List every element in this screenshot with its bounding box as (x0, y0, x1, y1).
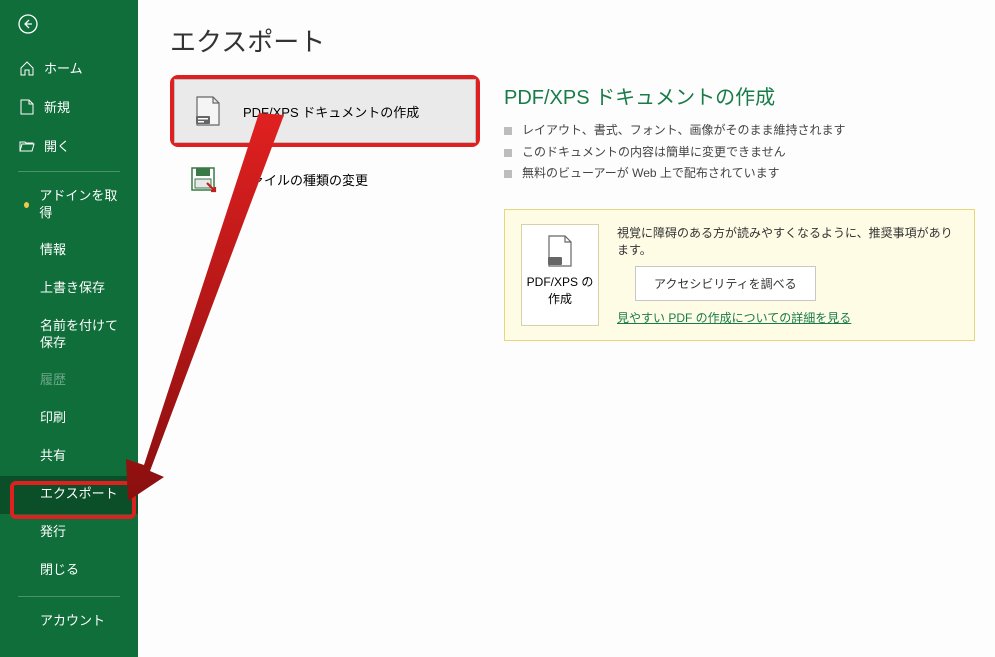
nav-share-label: 共有 (40, 448, 66, 465)
detail-bullets: レイアウト、書式、フォント、画像がそのまま維持されます このドキュメントの内容は… (504, 120, 975, 185)
nav-publish-label: 発行 (40, 524, 66, 541)
nav-history-label: 履歴 (40, 372, 66, 389)
back-arrow-icon (18, 14, 38, 34)
nav-history: 履歴 (0, 362, 138, 400)
nav-close-label: 閉じる (40, 562, 79, 579)
nav-new[interactable]: 新規 (0, 87, 138, 126)
accessibility-tip-panel: PDF/XPS の作成 視覚に障碍のある方が読みやすくなるように、推奨事項があり… (504, 209, 975, 341)
nav-account[interactable]: アカウント (0, 603, 138, 641)
nav-get-addins[interactable]: アドインを取得 (0, 178, 138, 232)
main-content: エクスポート PDF/XPS ドキュメントの作成 (138, 0, 995, 657)
option-pdf-xps-label: PDF/XPS ドキュメントの作成 (243, 102, 419, 121)
bullet-item: レイアウト、書式、フォント、画像がそのまま維持されます (504, 120, 975, 142)
export-options: PDF/XPS ドキュメントの作成 ファイルの種類の変更 (170, 75, 480, 341)
bullet-item: 無料のビューアーが Web 上で配布されています (504, 163, 975, 185)
nav-get-addins-label: アドインを取得 (39, 188, 120, 222)
nav-home-label: ホーム (44, 58, 83, 77)
tip-message: 視覚に障碍のある方が読みやすくなるように、推奨事項があります。 (617, 224, 958, 258)
option-change-type-label: ファイルの種類の変更 (238, 170, 368, 189)
nav-publish[interactable]: 発行 (0, 514, 138, 552)
nav-save-label: 上書き保存 (40, 280, 105, 297)
nav-save[interactable]: 上書き保存 (0, 270, 138, 308)
pdf-export-icon (526, 235, 594, 267)
nav-close[interactable]: 閉じる (0, 552, 138, 590)
page-title: エクスポート (170, 0, 995, 75)
nav-save-as[interactable]: 名前を付けて保存 (0, 308, 138, 362)
nav-open-label: 開く (44, 136, 70, 155)
sidebar: ホーム 新規 開く アドインを取得 情報 上書き保存 名前を付けて保存 履歴 印… (0, 0, 138, 657)
option-pdf-xps[interactable]: PDF/XPS ドキュメントの作成 (174, 79, 476, 143)
nav-print[interactable]: 印刷 (0, 400, 138, 438)
tip-body: 視覚に障碍のある方が読みやすくなるように、推奨事項があります。 アクセシビリティ… (617, 224, 958, 326)
nav-export[interactable]: エクスポート (0, 476, 138, 514)
save-as-icon (188, 165, 218, 193)
nav-share[interactable]: 共有 (0, 438, 138, 476)
pdf-details-link[interactable]: 見やすい PDF の作成についての詳細を見る (617, 311, 851, 325)
nav-print-label: 印刷 (40, 410, 66, 427)
nav-divider-2 (18, 596, 120, 597)
file-icon (18, 99, 36, 115)
folder-open-icon (18, 139, 36, 153)
detail-panel: PDF/XPS ドキュメントの作成 レイアウト、書式、フォント、画像がそのまま維… (504, 75, 995, 341)
nav-account-label: アカウント (40, 613, 105, 630)
home-icon (18, 60, 36, 76)
pdf-file-icon (193, 96, 223, 126)
nav-divider-1 (18, 171, 120, 172)
back-button[interactable] (0, 0, 138, 48)
callout-pdf-option: PDF/XPS ドキュメントの作成 (170, 75, 480, 147)
create-pdf-xps-label: PDF/XPS の作成 (526, 273, 594, 307)
nav-export-label: エクスポート (40, 486, 118, 503)
nav-save-as-label: 名前を付けて保存 (40, 318, 120, 352)
nav-info-label: 情報 (40, 242, 66, 259)
nav-home[interactable]: ホーム (0, 48, 138, 87)
nav-open[interactable]: 開く (0, 126, 138, 165)
option-change-type[interactable]: ファイルの種類の変更 (170, 147, 480, 211)
dot-icon (24, 202, 29, 208)
create-pdf-xps-button[interactable]: PDF/XPS の作成 (521, 224, 599, 326)
check-accessibility-button[interactable]: アクセシビリティを調べる (635, 266, 816, 301)
detail-title: PDF/XPS ドキュメントの作成 (504, 81, 975, 110)
nav-info[interactable]: 情報 (0, 232, 138, 270)
nav-new-label: 新規 (44, 97, 70, 116)
bullet-item: このドキュメントの内容は簡単に変更できません (504, 142, 975, 164)
